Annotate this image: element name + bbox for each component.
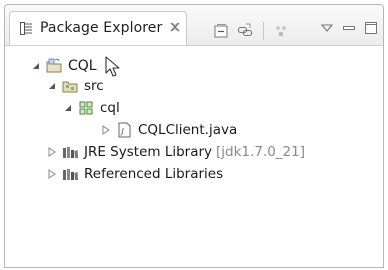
tree-item-file[interactable]: J CQLClient.java [101, 120, 237, 140]
view-menu-icon[interactable] [319, 20, 335, 36]
collapsed-arrow-icon[interactable] [47, 169, 57, 179]
tree-item-label: CQLClient.java [138, 122, 238, 138]
library-icon [63, 147, 78, 158]
mouse-cursor-icon [105, 56, 120, 77]
jdk-version-decoration: [jdk1.7.0_21] [216, 144, 305, 160]
view-frame: Package Explorer CQL src cql J CQLClient… [4, 4, 384, 268]
package-explorer-icon [20, 22, 32, 35]
focus-on-active-task-icon[interactable] [273, 23, 289, 39]
expanded-arrow-icon[interactable] [31, 61, 41, 71]
tab-package-explorer[interactable]: Package Explorer [9, 11, 187, 45]
package-tree: CQL src cql J CQLClient.java JRE System … [5, 46, 383, 267]
tab-label: Package Explorer [40, 20, 163, 36]
expanded-arrow-icon[interactable] [47, 81, 57, 91]
collapsed-arrow-icon[interactable] [47, 147, 57, 157]
tree-item-referenced-libraries[interactable]: Referenced Libraries [47, 164, 223, 184]
link-with-editor-icon[interactable] [237, 23, 253, 39]
tree-item-package[interactable]: cql [63, 98, 120, 118]
close-icon[interactable] [168, 20, 182, 34]
source-folder-icon [62, 81, 78, 93]
tree-item-label: cql [100, 100, 120, 116]
java-project-icon [46, 58, 62, 73]
tree-item-project[interactable]: CQL [31, 56, 97, 76]
package-icon [79, 101, 93, 115]
library-icon [63, 169, 78, 180]
view-titlebar: Package Explorer [5, 5, 383, 46]
tree-item-label: src [84, 78, 104, 94]
tree-item-label: Referenced Libraries [84, 166, 224, 182]
package-explorer-view: Package Explorer CQL src cql J CQLClient… [0, 0, 388, 270]
toolbar-separator [263, 22, 264, 40]
tree-item-label: JRE System Library [84, 144, 213, 160]
collapsed-arrow-icon[interactable] [101, 125, 111, 135]
minimize-icon[interactable] [341, 20, 357, 36]
tree-item-label: CQL [68, 58, 97, 74]
collapse-all-icon[interactable] [213, 23, 229, 39]
tree-item-src[interactable]: src [47, 76, 104, 96]
tree-item-jre[interactable]: JRE System Library [jdk1.7.0_21] [47, 142, 305, 162]
expanded-arrow-icon[interactable] [63, 103, 73, 113]
maximize-icon[interactable] [363, 20, 379, 36]
java-file-icon: J [118, 122, 131, 138]
